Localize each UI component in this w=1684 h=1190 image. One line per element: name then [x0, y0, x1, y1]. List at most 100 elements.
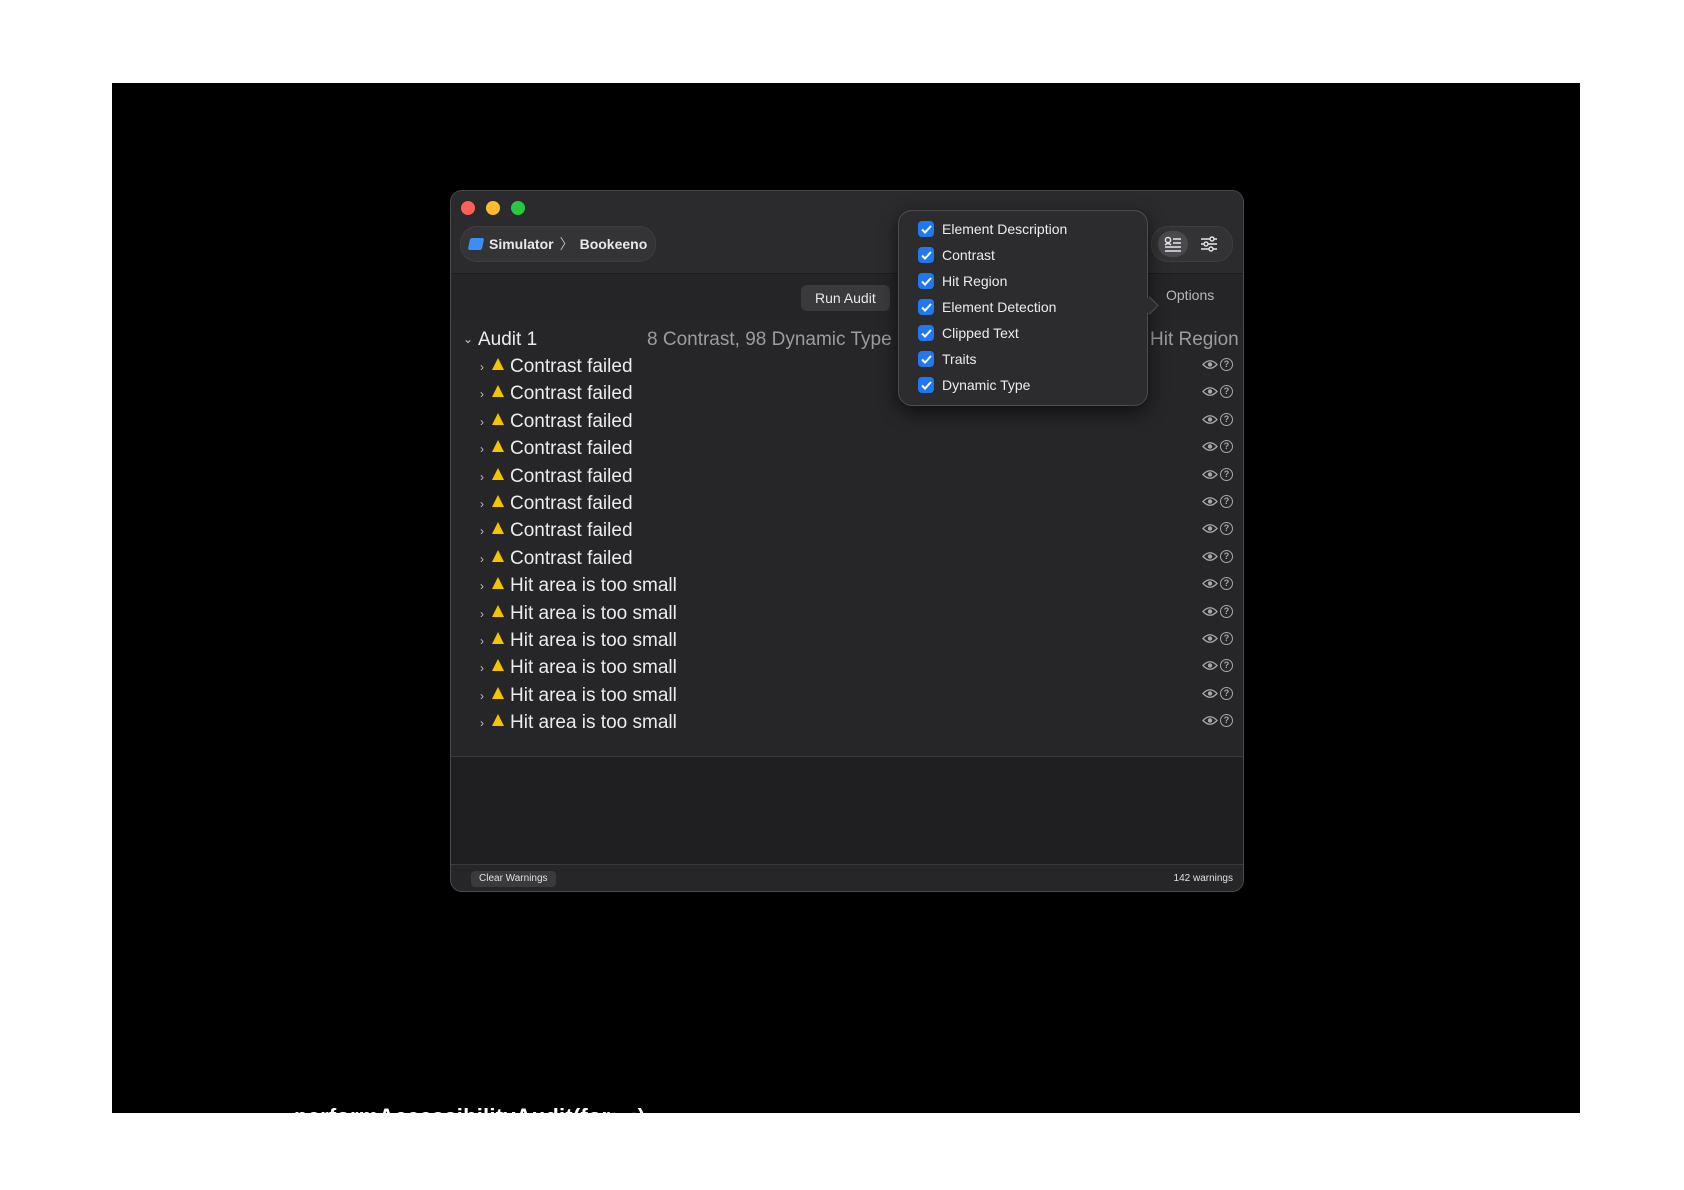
help-icon[interactable]: ?: [1220, 686, 1233, 700]
mode-toolbar: [1151, 226, 1233, 262]
eye-icon[interactable]: [1202, 414, 1218, 425]
checkmark-icon[interactable]: [918, 351, 934, 367]
settings-button[interactable]: [1194, 231, 1224, 257]
warning-icon: [492, 522, 504, 535]
issue-row[interactable]: › Hit area is too small?: [451, 600, 1243, 627]
chevron-right-icon[interactable]: ›: [480, 716, 484, 730]
option-checkbox[interactable]: Traits: [918, 349, 976, 369]
option-label: Contrast: [942, 247, 995, 263]
run-audit-button[interactable]: Run Audit: [801, 285, 890, 311]
list-icon: [1164, 236, 1181, 252]
issue-detail-pane: [451, 756, 1243, 865]
option-checkbox[interactable]: Dynamic Type: [918, 375, 1030, 395]
issue-row[interactable]: › Hit area is too small?: [451, 682, 1243, 709]
chevron-right-icon[interactable]: ›: [480, 470, 484, 484]
warning-icon: [492, 495, 504, 507]
issue-label: Hit area is too small: [510, 712, 677, 734]
option-label: Element Description: [942, 221, 1068, 237]
chevron-right-icon[interactable]: ›: [480, 415, 484, 429]
help-icon[interactable]: ?: [1220, 495, 1233, 508]
issue-row[interactable]: › Contrast failed?: [451, 545, 1243, 572]
checkmark-icon[interactable]: [918, 221, 934, 237]
zoom-button[interactable]: [511, 201, 525, 215]
eye-icon[interactable]: [1202, 469, 1218, 480]
close-button[interactable]: [461, 201, 475, 215]
help-icon[interactable]: ?: [1220, 522, 1233, 536]
option-checkbox[interactable]: Element Detection: [918, 297, 1056, 317]
issue-row[interactable]: › Hit area is too small?: [451, 572, 1243, 599]
simulator-icon: [467, 238, 485, 250]
help-icon[interactable]: ?: [1220, 604, 1233, 618]
help-icon[interactable]: ?: [1220, 549, 1233, 563]
eye-icon[interactable]: [1202, 660, 1218, 671]
eye-icon[interactable]: [1202, 359, 1218, 370]
chevron-right-icon[interactable]: ›: [480, 524, 484, 538]
eye-icon[interactable]: [1202, 606, 1218, 617]
chevron-right-icon[interactable]: ›: [480, 552, 484, 566]
issue-row[interactable]: › Hit area is too small?: [451, 627, 1243, 654]
issue-row[interactable]: › Contrast failed?: [451, 463, 1243, 490]
clear-warnings-button[interactable]: Clear Warnings: [471, 871, 556, 887]
target-selector[interactable]: Simulator 〉 Bookeeno: [460, 226, 657, 262]
issue-row[interactable]: › Contrast failed?: [451, 517, 1243, 544]
chevron-right-icon[interactable]: ›: [480, 497, 484, 511]
help-icon[interactable]: ?: [1220, 714, 1233, 728]
eye-icon[interactable]: [1202, 386, 1218, 397]
issue-row[interactable]: › Contrast failed?: [451, 408, 1243, 435]
chevron-right-icon[interactable]: ›: [480, 607, 484, 621]
help-icon[interactable]: ?: [1220, 632, 1233, 645]
help-icon[interactable]: ?: [1220, 412, 1233, 426]
slide-caption: performAccessibilityAudit(for:_:): [294, 1104, 646, 1129]
issue-row[interactable]: › Contrast failed?: [451, 435, 1243, 462]
inspection-mode-button[interactable]: [1158, 231, 1188, 257]
eye-icon[interactable]: [1202, 523, 1218, 534]
help-icon[interactable]: ?: [1220, 385, 1233, 399]
target-destination: Simulator: [489, 236, 554, 252]
target-app: Bookeeno: [579, 236, 648, 252]
checkmark-icon[interactable]: [918, 377, 934, 393]
sliders-icon: [1201, 236, 1217, 252]
chevron-right-icon[interactable]: ›: [480, 661, 484, 675]
chevron-right-icon[interactable]: ›: [480, 442, 484, 456]
warning-icon: [492, 440, 504, 453]
options-button[interactable]: Options: [1166, 287, 1214, 303]
option-checkbox[interactable]: Contrast: [918, 245, 995, 265]
issue-label: Contrast failed: [510, 438, 633, 460]
minimize-button[interactable]: [486, 201, 500, 215]
help-icon[interactable]: ?: [1220, 440, 1233, 454]
option-checkbox[interactable]: Clipped Text: [918, 323, 1019, 343]
eye-icon[interactable]: [1202, 496, 1218, 507]
eye-icon[interactable]: [1202, 688, 1218, 699]
eye-icon[interactable]: [1202, 578, 1218, 589]
checkmark-icon[interactable]: [918, 325, 934, 341]
eye-icon[interactable]: [1202, 441, 1218, 452]
issue-row[interactable]: › Hit area is too small?: [451, 709, 1243, 736]
warning-icon: [492, 632, 504, 644]
checkmark-icon[interactable]: [918, 273, 934, 289]
warning-icon: [492, 549, 504, 562]
option-checkbox[interactable]: Element Description: [918, 219, 1067, 239]
help-icon[interactable]: ?: [1220, 577, 1233, 591]
chevron-right-icon[interactable]: ›: [480, 689, 484, 703]
help-icon[interactable]: ?: [1220, 467, 1233, 481]
help-icon[interactable]: ?: [1220, 659, 1233, 673]
issue-row[interactable]: › Hit area is too small?: [451, 654, 1243, 681]
chevron-right-icon[interactable]: ›: [480, 360, 484, 374]
warning-icon: [492, 385, 504, 398]
option-label: Element Detection: [942, 299, 1057, 315]
chevron-right-icon: 〉: [559, 236, 574, 252]
issue-row[interactable]: › Contrast failed?: [451, 490, 1243, 517]
option-checkbox[interactable]: Hit Region: [918, 271, 1007, 291]
issue-label: Contrast failed: [510, 547, 633, 569]
issue-label: Hit area is too small: [510, 684, 677, 706]
checkmark-icon[interactable]: [918, 247, 934, 263]
chevron-right-icon[interactable]: ›: [480, 579, 484, 593]
chevron-right-icon[interactable]: ›: [480, 387, 484, 401]
eye-icon[interactable]: [1202, 633, 1218, 644]
chevron-down-icon[interactable]: ⌄: [463, 332, 473, 346]
help-icon[interactable]: ?: [1220, 358, 1233, 371]
checkmark-icon[interactable]: [918, 299, 934, 315]
chevron-right-icon[interactable]: ›: [480, 634, 484, 648]
eye-icon[interactable]: [1202, 551, 1218, 562]
eye-icon[interactable]: [1202, 715, 1218, 726]
